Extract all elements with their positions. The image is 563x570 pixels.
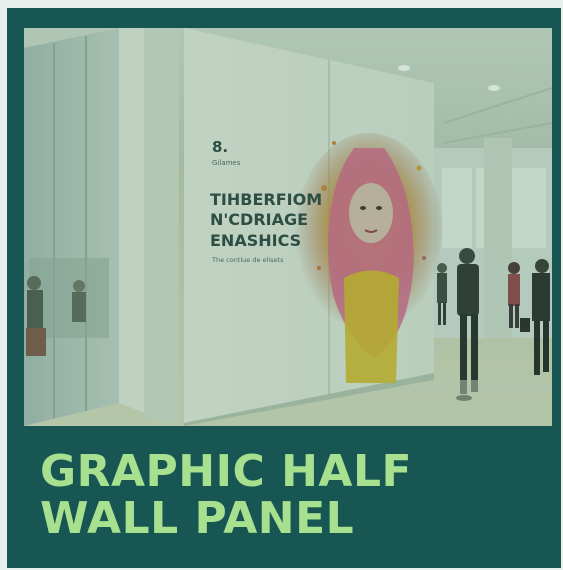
product-photo: 8. Gilames TIHBERFIOM N'CDRIAGE ENASHICS… <box>24 28 552 426</box>
product-title-line1: GRAPHIC HALF <box>40 446 413 497</box>
product-title-line2: WALL PANEL <box>40 493 355 544</box>
product-title[interactable]: GRAPHIC HALF WALL PANEL <box>40 448 540 542</box>
product-card[interactable]: 8. Gilames TIHBERFIOM N'CDRIAGE ENASHICS… <box>7 8 561 568</box>
